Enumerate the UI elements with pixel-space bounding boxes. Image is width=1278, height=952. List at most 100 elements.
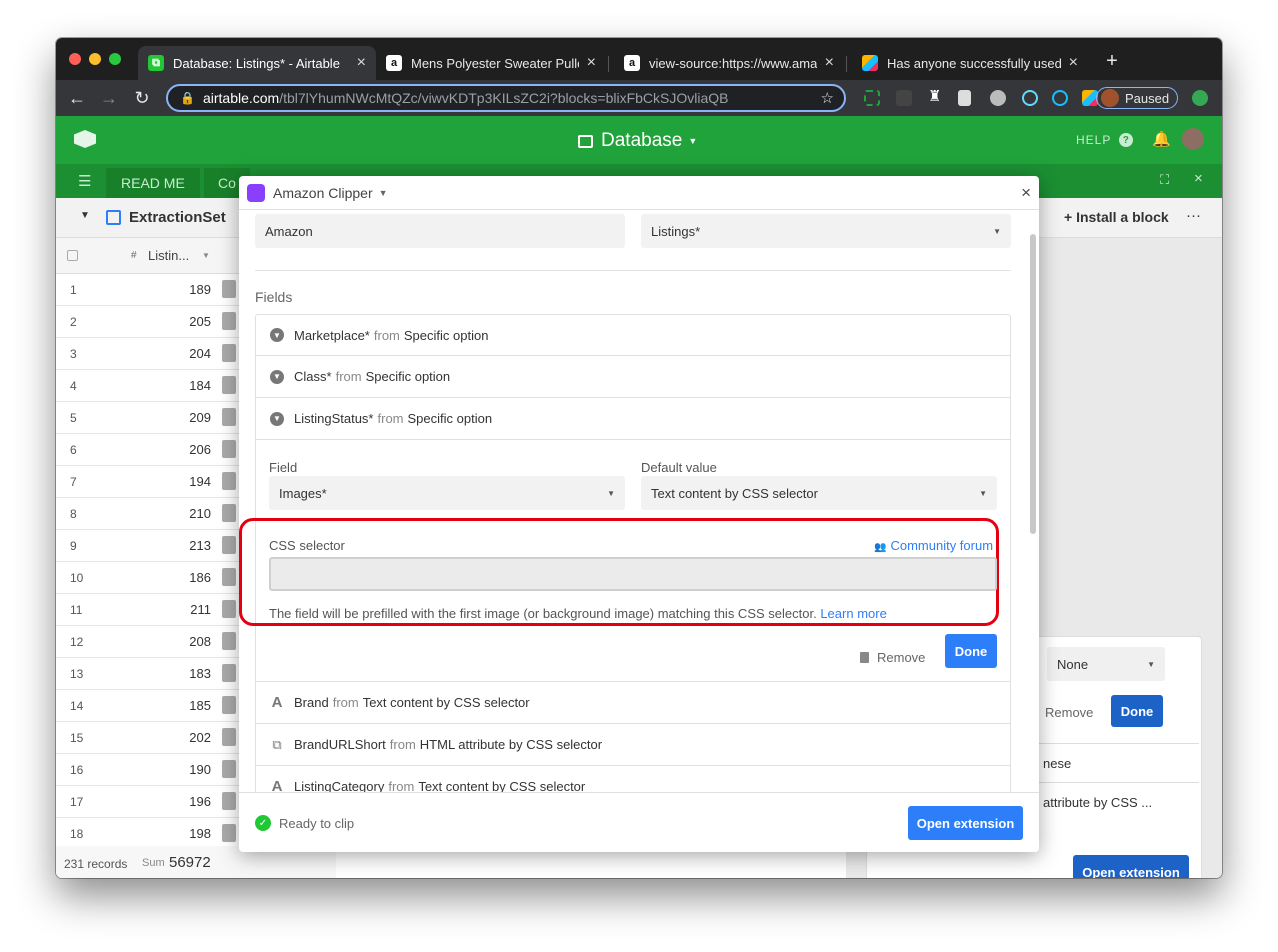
expand-icon[interactable]: ⛶ [1160,172,1169,188]
css-selector-input[interactable] [269,557,997,591]
listing-id-cell[interactable]: 213 [151,538,211,553]
field-row-marketplace[interactable]: ▼ Marketplace* from Specific option [255,314,1011,356]
table-select[interactable]: Listings* ▼ [641,214,1011,248]
base-title[interactable]: Database ▼ [578,130,697,152]
reload-icon[interactable]: ↻ [131,87,153,109]
minimize-window-icon[interactable] [89,53,101,65]
behind-select[interactable]: None ▼ [1047,647,1165,681]
maximize-window-icon[interactable] [109,53,121,65]
behind-done-button[interactable]: Done [1111,695,1163,727]
default-value-select[interactable]: Text content by CSS selector ▼ [641,476,997,510]
behind-open-extension-button[interactable]: Open extension [1073,855,1189,878]
listing-id-cell[interactable]: 198 [151,826,211,841]
image-thumbnail[interactable] [222,344,236,362]
new-tab-icon[interactable]: + [1101,50,1123,72]
tab-close-icon[interactable]: × [1069,54,1078,72]
tab-read-me[interactable]: READ ME [106,168,200,198]
install-block-button[interactable]: + Install a block [1064,209,1169,225]
back-icon[interactable]: ← [66,87,88,109]
field-row-listing-category[interactable]: A ListingCategory from Text content by C… [255,766,1011,792]
tab-amazon-sweater[interactable]: a Mens Polyester Sweater Pullov × [376,46,606,80]
listing-id-cell[interactable]: 205 [151,314,211,329]
image-thumbnail[interactable] [222,792,236,810]
modal-title[interactable]: Amazon Clipper [273,185,373,201]
done-button[interactable]: Done [945,634,997,668]
view-name[interactable]: ExtractionSet [129,209,226,226]
chevron-down-icon[interactable]: ▼ [202,251,210,260]
network-extension-icon[interactable] [1052,90,1068,106]
image-thumbnail[interactable] [222,728,236,746]
image-thumbnail[interactable] [222,504,236,522]
row-number: 8 [70,507,77,521]
notifications-icon[interactable]: 🔔 [1152,130,1171,148]
image-thumbnail[interactable] [222,472,236,490]
image-thumbnail[interactable] [222,312,236,330]
listing-id-cell[interactable]: 196 [151,794,211,809]
bookmark-star-icon[interactable]: ☆ [821,89,834,107]
tab-airtable[interactable]: ⧉ Database: Listings* - Airtable × [138,46,376,80]
forward-icon[interactable]: → [98,87,120,109]
chat-extension-icon[interactable] [990,90,1006,106]
close-blocks-icon[interactable]: × [1194,170,1203,187]
select-all-checkbox[interactable] [67,250,78,261]
listing-id-cell[interactable]: 186 [151,570,211,585]
field-row-class[interactable]: ▼ Class* from Specific option [255,356,1011,398]
image-thumbnail[interactable] [222,600,236,618]
listing-id-cell[interactable]: 210 [151,506,211,521]
listing-id-cell[interactable]: 184 [151,378,211,393]
react-devtools-icon[interactable] [1022,90,1038,106]
address-bar[interactable]: 🔒 airtable.com/tbl7lYhumNWcMtQZc/viwvKDT… [166,84,846,112]
airtable-logo-icon[interactable] [74,130,96,148]
modal-scrollbar[interactable] [1030,234,1036,534]
update-icon[interactable] [1192,90,1208,106]
listing-id-cell[interactable]: 208 [151,634,211,649]
chess-extension-icon[interactable]: ♜ [928,87,944,105]
tab-close-icon[interactable]: × [825,54,834,72]
remove-button[interactable]: Remove [860,650,925,665]
screenshot-extension-icon[interactable] [864,90,880,106]
user-avatar[interactable] [1182,128,1204,150]
image-thumbnail[interactable] [222,664,236,682]
image-thumbnail[interactable] [222,408,236,426]
listing-id-cell[interactable]: 204 [151,346,211,361]
listing-id-cell[interactable]: 185 [151,698,211,713]
more-options-icon[interactable]: ··· [1186,207,1201,224]
image-thumbnail[interactable] [222,632,236,650]
field-row-brand-url-short[interactable]: ⧉ BrandURLShort from HTML attribute by C… [255,724,1011,766]
listing-id-cell[interactable]: 194 [151,474,211,489]
field-select[interactable]: Images* ▼ [269,476,625,510]
listing-id-cell[interactable]: 206 [151,442,211,457]
chevron-down-icon[interactable]: ▼ [379,188,388,198]
image-thumbnail[interactable] [222,568,236,586]
image-thumbnail[interactable] [222,696,236,714]
listing-id-cell[interactable]: 211 [151,602,211,617]
listing-id-cell[interactable]: 183 [151,666,211,681]
image-thumbnail[interactable] [222,824,236,842]
close-window-icon[interactable] [69,53,81,65]
menu-icon[interactable]: ☰ [78,172,91,190]
tab-close-icon[interactable]: × [587,54,596,72]
listing-id-cell[interactable]: 202 [151,730,211,745]
help-button[interactable]: HELP ? [1076,133,1134,147]
document-extension-icon[interactable] [958,90,971,106]
profile-paused-button[interactable]: Paused [1096,87,1178,109]
tab-community[interactable]: Has anyone successfully used × [852,46,1088,80]
image-thumbnail[interactable] [222,440,236,458]
listing-id-cell[interactable]: 189 [151,282,211,297]
listing-id-cell[interactable]: 190 [151,762,211,777]
field-row-listing-status[interactable]: ▼ ListingStatus* from Specific option [255,398,1011,440]
image-thumbnail[interactable] [222,376,236,394]
source-select[interactable]: Amazon [255,214,625,248]
open-extension-button[interactable]: Open extension [908,806,1023,840]
tab-close-icon[interactable]: × [357,54,366,72]
close-icon[interactable]: × [1021,183,1031,203]
tab-view-source[interactable]: a view-source:https://www.amaz × [614,46,844,80]
image-thumbnail[interactable] [222,536,236,554]
image-thumbnail[interactable] [222,280,236,298]
field-row-brand[interactable]: A Brand from Text content by CSS selecto… [255,682,1011,724]
extension-icon[interactable] [896,90,912,106]
row-number: 13 [70,667,84,681]
listing-id-cell[interactable]: 209 [151,410,211,425]
collapse-icon[interactable]: ▼ [80,210,90,221]
image-thumbnail[interactable] [222,760,236,778]
